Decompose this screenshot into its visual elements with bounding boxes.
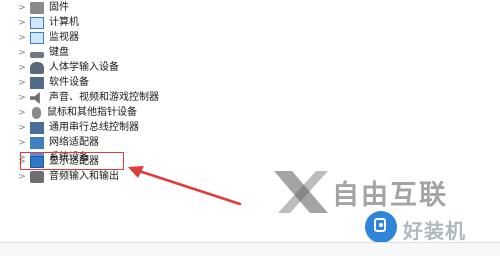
chevron-right-icon[interactable]: > bbox=[16, 45, 28, 61]
chevron-right-icon[interactable]: > bbox=[16, 120, 28, 136]
tree-item-hid[interactable]: > 人体学输入设备 bbox=[16, 60, 119, 76]
tree-item-sound[interactable]: > 声音、视频和游戏控制器 bbox=[16, 90, 159, 106]
brand-x-icon bbox=[274, 171, 328, 213]
tree-item-label: 键盘 bbox=[49, 47, 69, 58]
chevron-right-icon[interactable]: > bbox=[16, 135, 28, 151]
tree-item-label: 通用串行总线控制器 bbox=[49, 122, 139, 133]
firmware-icon bbox=[30, 2, 44, 14]
tree-item-software-device[interactable]: > 软件设备 bbox=[16, 75, 89, 91]
tree-item-usb[interactable]: > 通用串行总线控制器 bbox=[16, 120, 139, 136]
network-icon bbox=[30, 137, 44, 149]
sound-icon bbox=[30, 92, 40, 104]
chevron-right-icon[interactable]: > bbox=[16, 30, 28, 46]
mouse-icon bbox=[32, 107, 41, 119]
chevron-right-icon[interactable]: > bbox=[16, 169, 28, 185]
tree-item-firmware[interactable]: > 固件 bbox=[16, 0, 69, 16]
bottom-bar bbox=[0, 242, 500, 256]
tree-item-label: 软件设备 bbox=[49, 77, 89, 88]
tree-item-audio-io[interactable]: > 音频输入和输出 bbox=[16, 169, 119, 185]
brand-text: 自由互联 bbox=[332, 180, 448, 211]
brand-subtext: 好装机 bbox=[403, 219, 466, 243]
highlight-box bbox=[20, 152, 124, 170]
tree-item-mouse[interactable]: > 鼠标和其他指针设备 bbox=[16, 105, 137, 121]
chevron-right-icon[interactable]: > bbox=[16, 105, 28, 121]
red-arrow bbox=[128, 166, 242, 206]
tree-item-computer[interactable]: > 计算机 bbox=[16, 15, 79, 31]
chevron-right-icon[interactable]: > bbox=[16, 60, 28, 76]
tree-item-monitor[interactable]: > 监视器 bbox=[16, 30, 79, 46]
tree-item-network[interactable]: > 网络适配器 bbox=[16, 135, 99, 151]
tree-item-keyboard[interactable]: > 键盘 bbox=[16, 45, 69, 61]
brand-circle-icon bbox=[365, 211, 397, 243]
tree-item-label: 固件 bbox=[49, 2, 69, 13]
chevron-right-icon[interactable]: > bbox=[16, 75, 28, 91]
tree-item-label: 人体学输入设备 bbox=[49, 62, 119, 73]
tree-item-label: 音频输入和输出 bbox=[49, 171, 119, 182]
keyboard-icon bbox=[30, 51, 44, 58]
tree-item-label: 监视器 bbox=[49, 32, 79, 43]
tree-item-label: 鼠标和其他指针设备 bbox=[47, 107, 137, 118]
computer-icon bbox=[30, 17, 44, 29]
chevron-right-icon[interactable]: > bbox=[16, 15, 28, 31]
tree-item-label: 网络适配器 bbox=[49, 137, 99, 148]
chevron-right-icon[interactable]: > bbox=[16, 90, 28, 106]
chevron-right-icon[interactable]: > bbox=[16, 0, 28, 16]
usb-icon bbox=[30, 122, 44, 134]
hid-icon bbox=[30, 62, 44, 74]
tree-item-label: 计算机 bbox=[49, 17, 79, 28]
monitor-icon bbox=[30, 32, 44, 44]
tree-item-label: 声音、视频和游戏控制器 bbox=[49, 92, 159, 103]
software-device-icon bbox=[30, 77, 44, 89]
audio-io-icon bbox=[30, 171, 44, 183]
